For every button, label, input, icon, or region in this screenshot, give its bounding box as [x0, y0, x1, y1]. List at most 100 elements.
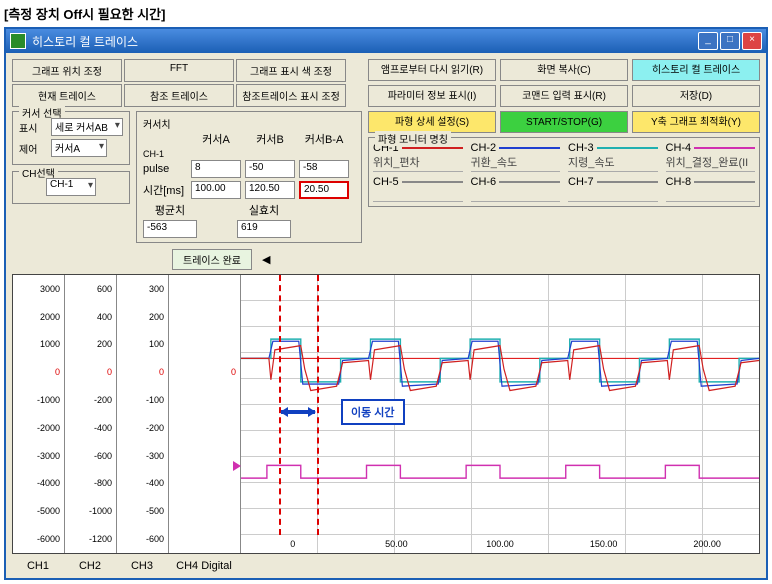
axis-tick: -5000 — [13, 497, 64, 525]
save-button[interactable]: 저장(D) — [632, 85, 760, 107]
ref-trace-color-button[interactable]: 참조트레이스 표시 조정 — [236, 84, 346, 107]
axis-tick: -3000 — [13, 442, 64, 470]
axis-tick: 2000 — [13, 303, 64, 331]
axis-labels: CH1 CH2 CH3 CH4 Digital — [12, 560, 760, 572]
pulse-b-value: -50 — [245, 160, 295, 178]
axis-tick: 300 — [117, 275, 168, 303]
axis-tick — [169, 414, 240, 442]
axis-tick: -1200 — [65, 525, 116, 553]
axis-tick — [169, 525, 240, 553]
axis-tick: 0 — [13, 358, 64, 386]
ch3-sub: 지령_속도 — [568, 154, 658, 172]
ch5-name: CH-5 — [373, 176, 399, 188]
start-stop-button[interactable]: START/STOP(G) — [500, 111, 628, 133]
axis-tick: -200 — [117, 414, 168, 442]
axis-tick — [169, 331, 240, 359]
current-trace-button[interactable]: 현재 트레이스 — [12, 84, 122, 107]
ref-trace-button[interactable]: 참조 트레이스 — [124, 84, 234, 107]
graph-color-button[interactable]: 그래프 표시 색 조정 — [236, 59, 346, 82]
axis-tick: -6000 — [13, 525, 64, 553]
graph-position-button[interactable]: 그래프 위치 조정 — [12, 59, 122, 82]
pulse-label: pulse — [143, 163, 187, 175]
ch4-sub: 위치_결정_완료(II — [666, 154, 756, 172]
x-tick: 0 — [241, 535, 345, 553]
monitor-panel: 파형 모니터 명칭 CH-1위치_편차 CH-2귀환_속도 CH-3지령_속도 … — [368, 137, 760, 207]
window-title: 히스토리 컬 트레이스 — [32, 33, 698, 50]
cursor-b-line[interactable] — [317, 275, 319, 535]
ch3-axis-label: CH3 — [116, 560, 168, 572]
axis-tick: -400 — [117, 470, 168, 498]
time-a-value: 100.00 — [191, 181, 241, 199]
axis-ch1: 3000200010000-1000-2000-3000-4000-5000-6… — [13, 275, 65, 553]
axis-tick: 600 — [65, 275, 116, 303]
trigger-marker-icon — [233, 461, 241, 471]
copy-screen-button[interactable]: 화면 복사(C) — [500, 59, 628, 81]
axis-tick: 3000 — [13, 275, 64, 303]
x-tick: 150.00 — [552, 535, 656, 553]
axis-tick — [169, 275, 240, 303]
ch-select[interactable]: CH-1 — [46, 178, 96, 196]
ch2-sub: 귀환_속도 — [471, 154, 561, 172]
eff-value: 619 — [237, 220, 291, 238]
x-tick: 100.00 — [448, 535, 552, 553]
control-select[interactable]: 커서A — [51, 139, 107, 157]
axis-tick: -4000 — [13, 470, 64, 498]
cursor-ba-header: 커서B-A — [299, 131, 349, 147]
time-b-value: 120.50 — [245, 181, 295, 199]
axis-tick: -400 — [65, 414, 116, 442]
pulse-a-value: 8 — [191, 160, 241, 178]
axis-tick: 0 — [117, 358, 168, 386]
titlebar: 히스토리 컬 트레이스 _ □ × — [6, 29, 766, 53]
trace-complete-label: 트레이스 완료 — [172, 249, 252, 270]
axis-tick: 100 — [117, 331, 168, 359]
ch4-name: CH-4 — [666, 142, 692, 154]
time-label: 시간[ms] — [143, 182, 187, 198]
ch7-name: CH-7 — [568, 176, 594, 188]
time-ba-value: 20.50 — [299, 181, 349, 199]
chart-area: 3000200010000-1000-2000-3000-4000-5000-6… — [12, 274, 760, 554]
axis-ch2: 6004002000-200-400-600-800-1000-1200 — [65, 275, 117, 553]
scroll-left-icon[interactable]: ◀ — [262, 253, 270, 266]
axis-ch4: 0 — [169, 275, 241, 553]
param-info-button[interactable]: 파라미터 정보 표시(I) — [368, 85, 496, 107]
control-label: 제어 — [19, 141, 47, 156]
axis-tick: -500 — [117, 497, 168, 525]
cursor-values-panel: 커서치 커서A 커서B 커서B-A CH-1 pulse 8 -50 - — [136, 111, 362, 243]
cursor-a-line[interactable] — [279, 275, 281, 535]
ch3-name: CH-3 — [568, 142, 594, 154]
axis-tick — [169, 386, 240, 414]
axis-tick: -1000 — [13, 386, 64, 414]
close-button[interactable]: × — [742, 32, 762, 50]
display-select[interactable]: 세로 커서AB — [51, 118, 123, 136]
y-optimize-button[interactable]: Y축 그래프 최적화(Y) — [632, 111, 760, 133]
cursor-select-group: 커서 선택 표시 세로 커서AB 제어 커서A — [12, 111, 130, 165]
ch1-sub: 위치_편차 — [373, 154, 463, 172]
axis-tick: -600 — [117, 525, 168, 553]
axis-tick: 400 — [65, 303, 116, 331]
axis-tick: -300 — [117, 442, 168, 470]
avg-label: 평균치 — [143, 202, 197, 218]
cmd-input-button[interactable]: 코맨드 입력 표시(R) — [500, 85, 628, 107]
monitor-legend: 파형 모니터 명칭 — [375, 131, 451, 146]
axis-tick — [169, 497, 240, 525]
x-tick: 200.00 — [655, 535, 759, 553]
x-axis: 050.00100.00150.00200.00 — [241, 535, 759, 553]
app-icon — [10, 33, 26, 49]
maximize-button[interactable]: □ — [720, 32, 740, 50]
minimize-button[interactable]: _ — [698, 32, 718, 50]
axis-tick — [169, 303, 240, 331]
annotation-arrow — [281, 410, 315, 414]
axis-tick — [169, 470, 240, 498]
wave-detail-button[interactable]: 파형 상세 설정(S) — [368, 111, 496, 133]
avg-value: -563 — [143, 220, 197, 238]
reload-button[interactable]: 앰프로부터 다시 읽기(R) — [368, 59, 496, 81]
axis-tick: -2000 — [13, 414, 64, 442]
cursor-a-header: 커서A — [191, 131, 241, 147]
ch-select-group: CH선택 CH-1 — [12, 171, 130, 204]
axis-tick: -600 — [65, 442, 116, 470]
plot-area[interactable]: 이동 시간 050.00100.00150.00200.00 — [241, 275, 759, 553]
fft-button[interactable]: FFT — [124, 59, 234, 82]
ch2-axis-label: CH2 — [64, 560, 116, 572]
history-trace-button[interactable]: 히스토리 컬 트레이스 — [632, 59, 760, 81]
cursor-b-header: 커서B — [245, 131, 295, 147]
